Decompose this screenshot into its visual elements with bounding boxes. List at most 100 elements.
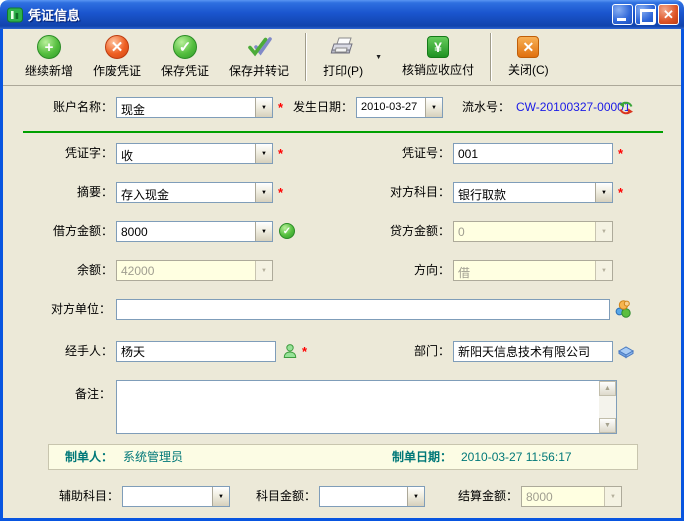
toolbar-separator (305, 33, 307, 81)
combo-arrow-icon[interactable]: ▼ (255, 222, 272, 241)
writeoff-label: 核销应收应付 (402, 61, 474, 78)
credit-amount-label: 贷方金额： (375, 221, 450, 242)
aux-subject-value (123, 487, 212, 506)
print-dropdown-arrow-icon[interactable]: ▼ (375, 54, 382, 61)
account-name-combo[interactable]: 现金 ▼ (116, 97, 273, 118)
settle-amount-value: 8000 (522, 487, 604, 506)
required-mark: * (302, 344, 307, 359)
continue-add-button[interactable]: + 继续新增 (15, 31, 83, 83)
required-mark: * (618, 146, 623, 161)
balance-value: 42000 (117, 261, 255, 280)
account-name-label: 账户名称： (31, 97, 113, 118)
book-icon[interactable] (617, 344, 635, 363)
close-button[interactable]: ✕ (658, 4, 679, 25)
subject-amount-value (320, 487, 407, 506)
handler-label: 经手人： (31, 341, 113, 362)
balance-label: 余额： (31, 260, 113, 281)
remark-textarea[interactable] (117, 381, 599, 433)
double-check-icon (246, 35, 272, 59)
subject-amount-label: 科目金额： (241, 486, 316, 507)
plus-circle-icon: + (37, 35, 61, 59)
subject-amount-combo[interactable]: ▼ (319, 486, 425, 507)
remark-scrollbar: ▲ ▼ (599, 381, 616, 433)
opposite-subject-combo[interactable]: 银行取款 ▼ (453, 182, 613, 203)
person-icon[interactable] (282, 343, 298, 362)
direction-label: 方向： (375, 260, 450, 281)
combo-arrow-icon[interactable]: ▼ (255, 144, 272, 163)
print-button[interactable]: 打印(P) (313, 31, 373, 83)
close-toolbar-label: 关闭(C) (508, 61, 549, 78)
voucher-no-label: 凭证号： (385, 143, 450, 164)
void-voucher-button[interactable]: ✕ 作废凭证 (83, 31, 151, 83)
occur-date-value: 2010-03-27 (357, 98, 425, 117)
maker-value: 系统管理员 (123, 445, 183, 469)
printer-icon (330, 35, 356, 59)
summary-label: 摘要： (31, 182, 113, 203)
make-date-value: 2010-03-27 11:56:17 (461, 445, 572, 469)
voucher-form: 账户名称： 现金 ▼ * 发生日期： 2010-03-27 ▼ 流水号： CW-… (3, 87, 681, 518)
department-input[interactable] (453, 341, 613, 362)
close-toolbar-button[interactable]: ✕ 关闭(C) (498, 31, 559, 83)
yen-icon: ¥ (427, 36, 449, 58)
required-mark: * (278, 185, 283, 200)
client-area: + 继续新增 ✕ 作废凭证 ✓ 保存凭证 保存并转记 (0, 29, 684, 521)
opposite-subject-value: 银行取款 (454, 183, 595, 202)
combo-arrow-icon[interactable]: ▼ (212, 487, 229, 506)
make-date-label: 制单日期： (392, 445, 452, 469)
voucher-word-combo[interactable]: 收 ▼ (116, 143, 273, 164)
combo-arrow-icon: ▼ (604, 487, 621, 506)
required-mark: * (278, 146, 283, 161)
titlebar: 凭证信息 ✕ (0, 0, 684, 29)
credit-amount-combo: 0 ▼ (453, 221, 613, 242)
combo-arrow-icon[interactable]: ▼ (595, 183, 612, 202)
aux-subject-combo[interactable]: ▼ (122, 486, 230, 507)
credit-amount-value: 0 (454, 222, 595, 241)
combo-arrow-icon[interactable]: ▼ (255, 98, 272, 117)
refresh-icon[interactable] (618, 100, 634, 119)
debit-amount-combo[interactable]: 8000 ▼ (116, 221, 273, 242)
writeoff-button[interactable]: ¥ 核销应收应付 (392, 31, 484, 83)
voucher-word-label: 凭证字： (31, 143, 113, 164)
serial-value: CW-20100327-00001 (516, 97, 631, 118)
save-post-label: 保存并转记 (229, 62, 289, 79)
contacts-icon[interactable] (614, 300, 633, 321)
scroll-up-button[interactable]: ▲ (599, 381, 616, 396)
required-mark: * (278, 100, 283, 115)
voucher-word-value: 收 (117, 144, 255, 163)
occur-date-label: 发生日期： (284, 97, 353, 118)
combo-arrow-icon[interactable]: ▼ (425, 98, 442, 117)
window-title: 凭证信息 (28, 5, 612, 24)
settle-amount-label: 结算金额： (443, 486, 518, 507)
opposite-unit-label: 对方单位： (29, 299, 111, 320)
save-voucher-label: 保存凭证 (161, 62, 209, 79)
scroll-down-button[interactable]: ▼ (599, 418, 616, 433)
settle-amount-combo: 8000 ▼ (521, 486, 622, 507)
required-mark: * (618, 185, 623, 200)
save-post-button[interactable]: 保存并转记 (219, 31, 299, 83)
voucher-window: 凭证信息 ✕ + 继续新增 ✕ 作废凭证 ✓ 保存凭证 (0, 0, 684, 521)
continue-add-label: 继续新增 (25, 62, 73, 79)
summary-combo[interactable]: 存入现金 ▼ (116, 182, 273, 203)
voucher-app-icon (7, 7, 23, 23)
account-name-value: 现金 (117, 98, 255, 117)
print-label: 打印(P) (323, 62, 363, 79)
opposite-unit-input[interactable] (116, 299, 610, 320)
combo-arrow-icon[interactable]: ▼ (407, 487, 424, 506)
toolbar-separator (490, 33, 492, 81)
minimize-button[interactable] (612, 4, 633, 25)
combo-arrow-icon[interactable]: ▼ (255, 183, 272, 202)
occur-date-combo[interactable]: 2010-03-27 ▼ (356, 97, 443, 118)
aux-subject-label: 辅助科目： (41, 486, 119, 507)
direction-value: 借 (454, 261, 595, 280)
voucher-no-input[interactable] (453, 143, 613, 164)
void-voucher-label: 作废凭证 (93, 62, 141, 79)
handler-input[interactable] (116, 341, 276, 362)
divider-line (23, 131, 663, 133)
maker-label: 制单人： (65, 445, 113, 469)
amount-ok-icon: ✓ (279, 223, 295, 239)
debit-amount-label: 借方金额： (31, 221, 113, 242)
save-voucher-button[interactable]: ✓ 保存凭证 (151, 31, 219, 83)
balance-combo: 42000 ▼ (116, 260, 273, 281)
maximize-button[interactable] (635, 4, 656, 25)
combo-arrow-icon: ▼ (595, 261, 612, 280)
